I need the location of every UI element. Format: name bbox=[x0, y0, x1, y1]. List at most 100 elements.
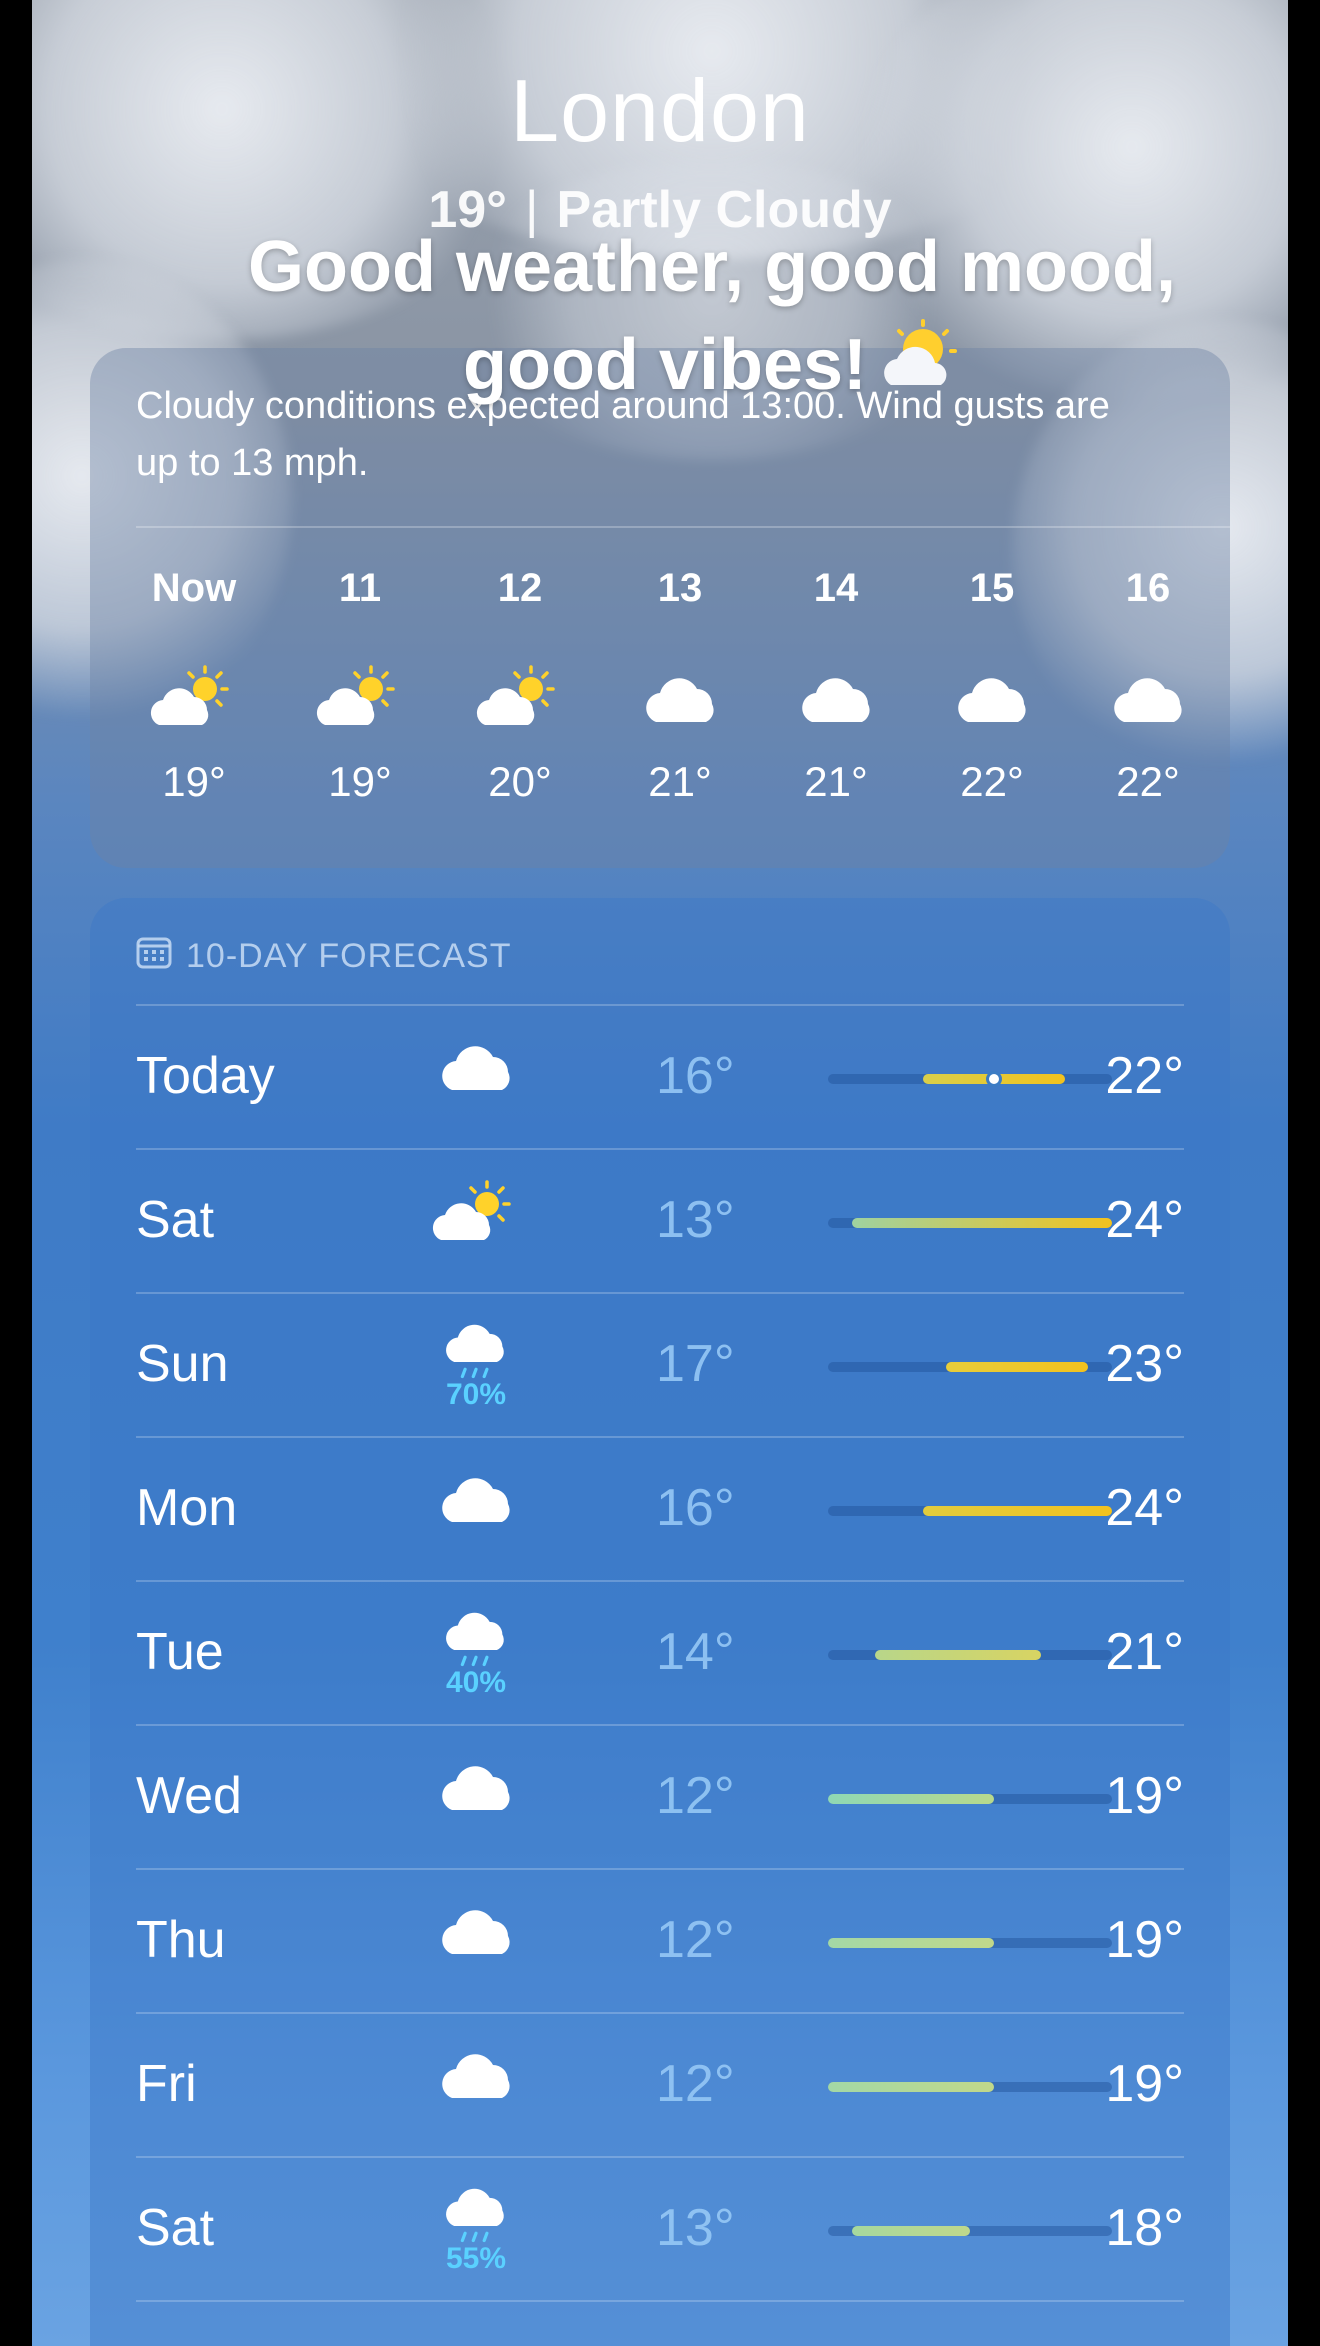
temp-range-bar bbox=[851, 2226, 970, 2236]
forecast-low: 16° bbox=[656, 1047, 735, 1105]
forecast-row[interactable]: Today 16° 22° bbox=[136, 1006, 1184, 1150]
temp-range-bar bbox=[875, 1650, 1041, 1660]
hour-item: 11 19° bbox=[300, 558, 420, 806]
rain-icon: 70% bbox=[426, 1322, 526, 1412]
current-temp-marker bbox=[985, 1071, 1002, 1087]
cloud-icon bbox=[426, 1898, 526, 1988]
ten-day-forecast-card[interactable]: 10-DAY FORECAST Today 16° 22° Sat 13° 24° Sun 7… bbox=[90, 898, 1230, 2346]
forecast-row[interactable]: Fri 12° 19° bbox=[136, 2014, 1184, 2158]
rain-icon: 55% bbox=[426, 2186, 526, 2276]
forecast-header: 10-DAY FORECAST bbox=[136, 934, 511, 978]
forecast-row[interactable]: Sun 70% 17° 23° bbox=[136, 1294, 1184, 1438]
hour-label: 13 bbox=[657, 566, 703, 610]
forecast-row[interactable]: Tue 40% 14° 21° bbox=[136, 1582, 1184, 1726]
temp-range-track bbox=[828, 1218, 1112, 1228]
forecast-high: 18° bbox=[1105, 2199, 1184, 2257]
overlay-caption-line1: Good weather, good mood, bbox=[248, 227, 1176, 307]
temp-range-track bbox=[828, 1362, 1112, 1372]
forecast-high: 23° bbox=[1105, 1335, 1184, 1393]
cloud-icon bbox=[426, 1754, 526, 1844]
overlay-caption[interactable]: Good weather, good mood, good vibes! bbox=[172, 218, 1252, 420]
forecast-day: Thu bbox=[136, 1911, 226, 1969]
hourly-strip[interactable]: Now 19° 11 19° 12 20° 13 21° 14 21° 15 22° 16 22° bbox=[136, 558, 1196, 858]
temp-range-bar bbox=[828, 1794, 994, 1804]
forecast-low: 12° bbox=[656, 1911, 735, 1969]
cloud-icon bbox=[426, 2042, 526, 2132]
precip-chance: 70% bbox=[445, 1378, 507, 1411]
rain-icon: 40% bbox=[426, 1610, 526, 1700]
hour-temp: 20° bbox=[488, 758, 552, 805]
forecast-row[interactable]: Mon 16° 24° bbox=[136, 1438, 1184, 1582]
forecast-day: Sun bbox=[136, 1335, 229, 1393]
temp-range-bar bbox=[828, 1938, 994, 1948]
hourly-forecast-card[interactable]: Cloudy conditions expected around 13:00.… bbox=[90, 348, 1230, 868]
cloud-icon bbox=[620, 646, 740, 746]
forecast-high: 22° bbox=[1105, 1047, 1184, 1105]
forecast-day: Wed bbox=[136, 1767, 242, 1825]
temp-range-bar bbox=[922, 1506, 1112, 1516]
forecast-low: 14° bbox=[656, 1623, 735, 1681]
temp-range-track bbox=[828, 2226, 1112, 2236]
forecast-high: 21° bbox=[1105, 1623, 1184, 1681]
row-divider bbox=[136, 2300, 1184, 2302]
calendar-icon bbox=[136, 935, 172, 978]
forecast-high: 19° bbox=[1105, 1911, 1184, 1969]
hour-label: Now bbox=[151, 566, 237, 610]
hour-item: 16 22° bbox=[1088, 558, 1208, 806]
hour-temp: 19° bbox=[162, 758, 226, 805]
temp-range-track bbox=[828, 1794, 1112, 1804]
hourly-divider bbox=[136, 526, 1230, 528]
temp-range-bar bbox=[851, 1218, 1112, 1228]
forecast-low: 16° bbox=[656, 1479, 735, 1537]
forecast-day: Sat bbox=[136, 2199, 215, 2257]
forecast-day: Sat bbox=[136, 1191, 215, 1249]
forecast-low: 17° bbox=[656, 1335, 735, 1393]
cloud-icon bbox=[426, 1466, 526, 1556]
temp-range-track bbox=[828, 1938, 1112, 1948]
temp-range-track bbox=[828, 1650, 1112, 1660]
forecast-high: 24° bbox=[1105, 1479, 1184, 1537]
sun-behind-cloud-emoji bbox=[877, 319, 961, 420]
partly-cloudy-icon bbox=[460, 646, 580, 746]
forecast-high: 24° bbox=[1105, 1191, 1184, 1249]
overlay-caption-line2: good vibes! bbox=[462, 325, 867, 405]
cloud-icon bbox=[932, 646, 1052, 746]
forecast-title: 10-DAY FORECAST bbox=[186, 936, 512, 975]
weather-screen[interactable]: London 19° | Partly Cloudy Cloudy conditio… bbox=[32, 0, 1288, 2346]
partly-cloudy-icon bbox=[134, 646, 254, 746]
forecast-low: 13° bbox=[656, 1191, 735, 1249]
forecast-row[interactable]: Sat 55% 13° 18° bbox=[136, 2158, 1184, 2302]
hour-label: 11 bbox=[338, 566, 382, 610]
forecast-high: 19° bbox=[1105, 2055, 1184, 2113]
precip-chance: 40% bbox=[445, 1666, 507, 1699]
temp-range-bar bbox=[946, 1362, 1089, 1372]
hour-temp: 22° bbox=[960, 758, 1024, 805]
hour-label: 12 bbox=[497, 566, 543, 610]
hour-item: 14 21° bbox=[776, 558, 896, 806]
forecast-low: 13° bbox=[656, 2199, 735, 2257]
precip-chance: 55% bbox=[445, 2242, 507, 2275]
hour-item: 15 22° bbox=[932, 558, 1052, 806]
forecast-row[interactable]: Thu 12° 19° bbox=[136, 1870, 1184, 2014]
hour-label: 15 bbox=[969, 566, 1015, 610]
partly-cloudy-icon bbox=[426, 1178, 526, 1268]
cloud-icon bbox=[776, 646, 896, 746]
hour-item: Now 19° bbox=[134, 558, 254, 806]
temp-range-track bbox=[828, 2082, 1112, 2092]
hour-temp: 21° bbox=[648, 758, 712, 805]
hour-temp: 19° bbox=[328, 758, 392, 805]
forecast-high: 19° bbox=[1105, 1767, 1184, 1825]
forecast-row[interactable]: Wed 12° 19° bbox=[136, 1726, 1184, 1870]
forecast-day: Mon bbox=[136, 1479, 238, 1537]
temp-range-bar bbox=[828, 2082, 994, 2092]
hour-label: 14 bbox=[813, 566, 859, 610]
hour-item: 12 20° bbox=[460, 558, 580, 806]
temp-range-track bbox=[828, 1506, 1112, 1516]
temp-range-track bbox=[828, 1071, 1112, 1087]
partly-cloudy-icon bbox=[300, 646, 420, 746]
forecast-day: Today bbox=[136, 1047, 275, 1105]
forecast-row[interactable]: Sat 13° 24° bbox=[136, 1150, 1184, 1294]
hour-label: 16 bbox=[1125, 566, 1171, 610]
forecast-low: 12° bbox=[656, 1767, 735, 1825]
city-name: London bbox=[510, 61, 810, 160]
